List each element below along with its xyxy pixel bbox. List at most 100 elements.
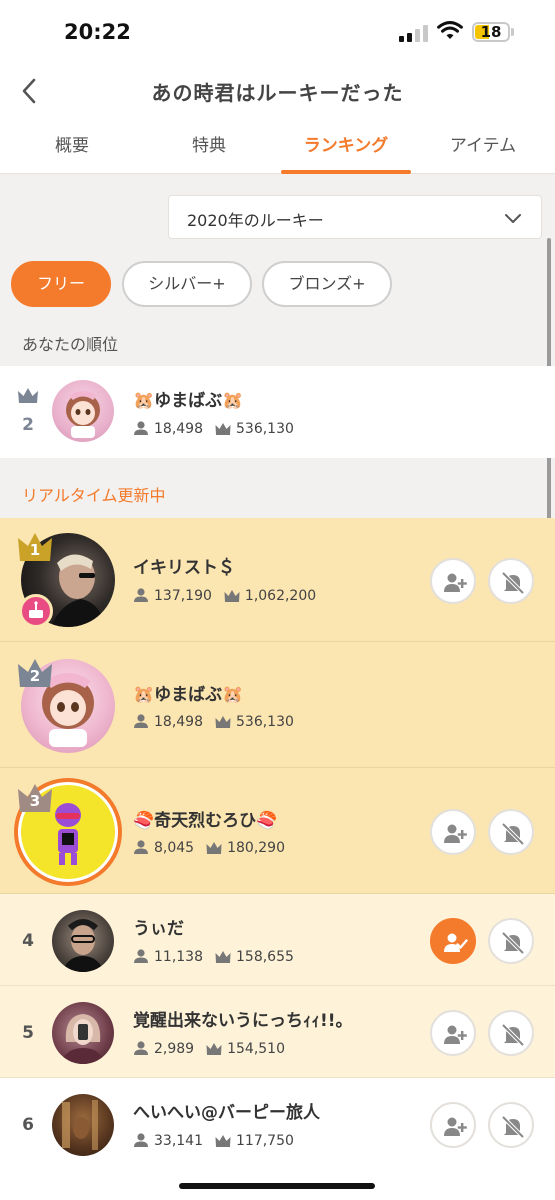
filter-silver[interactable]: シルバー+ <box>122 261 252 307</box>
person-icon <box>134 840 148 854</box>
user-stats: 137,190 1,062,200 <box>133 587 328 605</box>
rank-number: 5 <box>22 1023 34 1043</box>
user-name: 覚醒出来ないうにっちｨｨ!!。 <box>133 1011 353 1031</box>
crown-icon <box>206 1043 222 1055</box>
crown-icon <box>206 842 222 854</box>
crown-icon <box>215 423 231 435</box>
person-icon <box>134 421 148 435</box>
crown-icon <box>18 388 38 403</box>
your-rank-number: 2 <box>22 415 34 435</box>
tab-ranking[interactable]: ランキング <box>277 120 415 174</box>
bell-off-icon <box>501 1023 525 1047</box>
follow-button[interactable] <box>430 558 476 604</box>
rank-2-badge: 2 <box>17 657 53 689</box>
person-icon <box>134 1041 148 1055</box>
year-dropdown[interactable]: 2020年のルーキー <box>168 195 542 239</box>
crown-icon <box>215 716 231 728</box>
realtime-label: リアルタイム更新中 <box>22 486 166 505</box>
user-stats: 11,138 158,655 <box>133 948 306 966</box>
rank-3-number: 3 <box>29 792 41 810</box>
user-stats: 2,989 154,510 <box>133 1040 297 1058</box>
wifi-icon <box>437 21 463 39</box>
person-icon <box>134 714 148 728</box>
rank-1-badge: 1 <box>17 531 53 563</box>
status-bar: 20:22 18 <box>0 0 555 64</box>
your-rank-heading: あなたの順位 <box>22 335 119 354</box>
follow-button[interactable] <box>430 1010 476 1056</box>
mute-button[interactable] <box>488 1010 534 1056</box>
points-count: 1,062,200 <box>244 588 317 604</box>
bell-off-icon <box>501 571 525 595</box>
nav-bar: あの時君はルーキーだった <box>0 64 555 120</box>
person-add-icon <box>444 573 467 592</box>
avatar[interactable] <box>52 1002 114 1064</box>
bell-off-icon <box>501 822 525 846</box>
followers-count: 2,989 <box>154 1041 195 1057</box>
cellular-signal-icon <box>399 24 429 42</box>
tab-overview[interactable]: 概要 <box>3 120 141 174</box>
rank-2-number: 2 <box>29 667 41 685</box>
points-count: 536,130 <box>236 421 294 437</box>
following-button[interactable] <box>430 918 476 964</box>
your-name: 🐹ゆまばぶ🐹 <box>133 391 244 411</box>
battery-level: 18 <box>480 23 502 41</box>
year-dropdown-value: 2020年のルーキー <box>187 211 324 230</box>
crown-icon <box>215 951 231 963</box>
followers-count: 137,190 <box>154 588 212 604</box>
crown-icon <box>215 1135 231 1147</box>
birthday-cake-icon <box>19 594 53 628</box>
followers-count: 18,498 <box>154 714 203 730</box>
user-name: へいへい@バーピー旅人 <box>133 1103 320 1123</box>
avatar[interactable] <box>52 1094 114 1156</box>
person-add-icon <box>444 1117 467 1136</box>
battery-icon: 18 <box>472 22 510 42</box>
points-count: 180,290 <box>227 840 285 856</box>
user-name: 🍣奇天烈むろひ🍣 <box>133 811 278 831</box>
tab-items[interactable]: アイテム <box>414 120 552 174</box>
mute-button[interactable] <box>488 1102 534 1148</box>
filter-free[interactable]: フリー <box>11 261 111 307</box>
followers-count: 8,045 <box>154 840 195 856</box>
user-name: イキリスト＄ <box>133 558 235 578</box>
rank-1-number: 1 <box>29 541 41 559</box>
avatar[interactable] <box>52 910 114 972</box>
follow-button[interactable] <box>430 1102 476 1148</box>
points-count: 536,130 <box>236 714 294 730</box>
rank-number: 6 <box>22 1115 34 1135</box>
followers-count: 11,138 <box>154 949 203 965</box>
page-title: あの時君はルーキーだった <box>151 81 404 105</box>
points-count: 117,750 <box>236 1133 294 1149</box>
crown-icon <box>224 590 240 602</box>
user-stats: 18,498 536,130 <box>133 713 306 731</box>
person-add-icon <box>444 824 467 843</box>
followers-count: 18,498 <box>154 421 203 437</box>
mute-button[interactable] <box>488 918 534 964</box>
mute-button[interactable] <box>488 809 534 855</box>
user-stats: 8,045 180,290 <box>133 839 297 857</box>
status-time: 20:22 <box>64 20 131 44</box>
points-count: 158,655 <box>236 949 294 965</box>
person-add-icon <box>444 1025 467 1044</box>
points-count: 154,510 <box>227 1041 285 1057</box>
tab-bar: 概要 特典 ランキング アイテム <box>0 120 555 174</box>
user-name: うぃだ <box>133 919 184 939</box>
user-name: 🐹ゆまばぶ🐹 <box>133 685 244 705</box>
followers-count: 33,141 <box>154 1133 203 1149</box>
bell-off-icon <box>501 1115 525 1139</box>
person-check-icon <box>444 933 468 952</box>
user-stats: 33,141 117,750 <box>133 1132 306 1150</box>
rank-number: 4 <box>22 931 34 951</box>
tab-benefits[interactable]: 特典 <box>140 120 278 174</box>
filter-bronze[interactable]: ブロンズ+ <box>262 261 392 307</box>
avatar[interactable] <box>52 380 114 442</box>
chevron-down-icon <box>505 214 521 223</box>
rank-3-badge: 3 <box>17 782 53 814</box>
your-stats: 18,498 536,130 <box>133 420 306 438</box>
follow-button[interactable] <box>430 809 476 855</box>
bell-off-icon <box>501 931 525 955</box>
person-icon <box>134 1133 148 1147</box>
person-icon <box>134 949 148 963</box>
home-indicator[interactable] <box>179 1183 375 1189</box>
mute-button[interactable] <box>488 558 534 604</box>
person-icon <box>134 588 148 602</box>
